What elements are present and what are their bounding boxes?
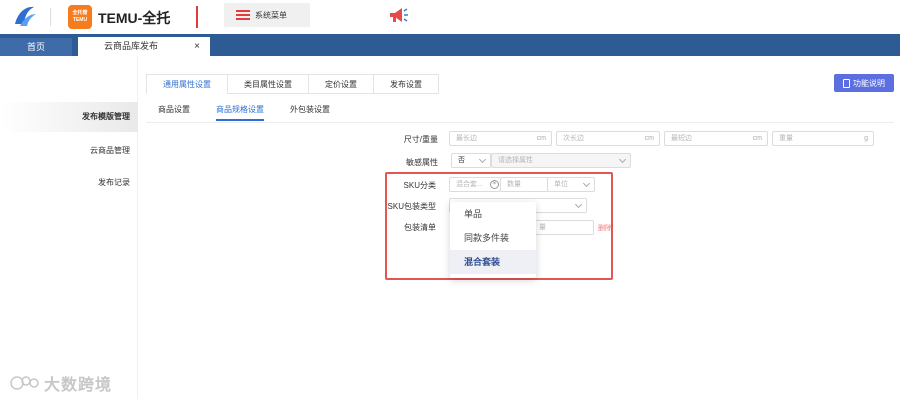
tab-strip: 首页 云商品库发布 ×	[0, 34, 900, 56]
temu-logo: 全托管 TEMU	[68, 5, 92, 29]
tab-cloud-publish-label: 云商品库发布	[104, 41, 159, 51]
tab-category-attrs[interactable]: 类目属性设置	[227, 74, 308, 94]
chevron-down-icon	[618, 155, 627, 164]
sidebar-item-publish-log[interactable]: 发布记录	[0, 168, 138, 198]
subtab-product[interactable]: 商品设置	[158, 104, 190, 121]
sidebar: 发布模版管理 云商品管理 发布记录	[0, 56, 138, 399]
tab-cloud-publish[interactable]: 云商品库发布 ×	[78, 37, 210, 56]
sensitive-attr-label: 敏感属性	[406, 158, 438, 167]
sku-class-dropdown: 单品 同款多件装 混合套装	[450, 202, 536, 278]
header-divider	[50, 8, 51, 26]
watermark: 大数跨境	[10, 371, 112, 395]
dropdown-option-mixed-set[interactable]: 混合套装	[450, 250, 536, 274]
sidebar-item-template-manage[interactable]: 发布模版管理	[0, 102, 138, 132]
sub-tabs: 商品设置 商品规格设置 外包装设置	[158, 104, 330, 121]
menu-list-icon	[236, 10, 250, 20]
top-bar: 全托管 TEMU TEMU-全托 系统菜单	[0, 0, 900, 34]
dropdown-option-single[interactable]: 单品	[450, 202, 536, 226]
speaker-icon[interactable]	[387, 6, 409, 24]
shortest-side-input[interactable]: 最短边 cm	[664, 131, 768, 146]
longest-side-input[interactable]: 最长边 cm	[449, 131, 552, 146]
dropdown-option-multi-pack[interactable]: 同款多件装	[450, 226, 536, 250]
subtab-packaging[interactable]: 外包装设置	[290, 104, 330, 121]
second-side-input[interactable]: 次长边 cm	[556, 131, 660, 146]
subtab-spec[interactable]: 商品规格设置	[216, 104, 264, 121]
size-weight-label: 尺寸/重量	[403, 135, 438, 144]
system-menu-label: 系统菜单	[255, 10, 287, 20]
help-button[interactable]: 功能说明	[834, 74, 894, 92]
chevron-down-icon	[478, 155, 487, 164]
help-button-label: 功能说明	[853, 78, 885, 88]
watermark-logo-icon	[10, 376, 39, 390]
tab-general-attrs[interactable]: 通用属性设置	[146, 74, 227, 94]
brand-title: TEMU-全托	[98, 10, 171, 26]
tab-home[interactable]: 首页	[0, 38, 72, 56]
settings-tabs: 通用属性设置 类目属性设置 定价设置 发布设置	[146, 74, 439, 94]
subtab-divider	[146, 122, 894, 123]
document-icon	[843, 78, 850, 88]
weight-input[interactable]: 重量 g	[772, 131, 874, 146]
system-menu-button[interactable]: 系统菜单	[224, 3, 310, 27]
bird-logo-icon[interactable]	[12, 4, 38, 28]
close-icon[interactable]: ×	[194, 37, 200, 56]
sensitive-select[interactable]: 否	[451, 153, 491, 168]
main-content: 通用属性设置 类目属性设置 定价设置 发布设置 功能说明 商品设置 商品规格设置…	[138, 56, 900, 399]
tab-publish-settings[interactable]: 发布设置	[373, 74, 439, 94]
tab-pricing[interactable]: 定价设置	[308, 74, 373, 94]
header-red-divider	[196, 6, 198, 28]
sensitive-attr-select[interactable]: 请选择属性	[491, 153, 631, 168]
sidebar-item-cloud-products[interactable]: 云商品管理	[0, 136, 138, 166]
watermark-text: 大数跨境	[44, 377, 113, 394]
